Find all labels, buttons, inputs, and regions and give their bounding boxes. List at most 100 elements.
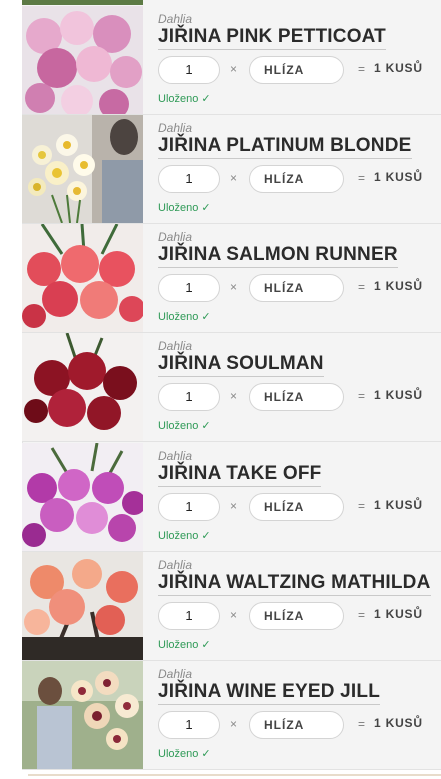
product-genus: Dahlia [158, 12, 193, 26]
quantity-input[interactable]: 1 [158, 165, 220, 193]
product-genus: Dahlia [158, 230, 193, 244]
saved-status: Uloženo ✓ [158, 747, 211, 760]
equals-sign: = [358, 499, 366, 513]
saved-label: Uloženo [158, 530, 199, 542]
saved-status: Uloženo ✓ [158, 529, 211, 542]
check-icon: ✓ [201, 311, 211, 323]
saved-status: Uloženo ✓ [158, 201, 211, 214]
product-genus: Dahlia [158, 558, 193, 572]
saved-status: Uloženo ✓ [158, 92, 211, 105]
multiply-sign: × [230, 280, 238, 294]
multiply-sign: × [230, 389, 238, 403]
total-pieces: 1 KUSŮ [374, 607, 423, 621]
dark-red-dahlias-photo [22, 333, 143, 441]
check-icon: ✓ [201, 202, 211, 214]
product-photo[interactable] [22, 552, 143, 660]
unit-label: HLÍZA [264, 609, 305, 623]
previous-item-photo-edge [22, 0, 143, 5]
total-pieces: 1 KUSŮ [374, 170, 423, 184]
multiply-sign: × [230, 62, 238, 76]
equals-sign: = [358, 608, 366, 622]
check-icon: ✓ [201, 420, 211, 432]
list-bottom-edge [22, 770, 441, 779]
unit-label: HLÍZA [264, 63, 305, 77]
total-pieces: 1 KUSŮ [374, 388, 423, 402]
equals-sign: = [358, 717, 366, 731]
product-photo[interactable] [22, 443, 143, 551]
saved-status: Uloženo ✓ [158, 638, 211, 651]
product-photo[interactable] [22, 6, 143, 114]
cart-item-row: Dahlia JIŘINA WALTZING MATHILDA 1 × HLÍZ… [22, 552, 441, 661]
product-name-link[interactable]: JIŘINA WALTZING MATHILDA [158, 572, 431, 596]
unit-select[interactable]: HLÍZA [249, 274, 344, 302]
saved-label: Uloženo [158, 311, 199, 323]
product-genus: Dahlia [158, 449, 193, 463]
product-name-link[interactable]: JIŘINA WINE EYED JILL [158, 681, 381, 705]
quantity-input[interactable]: 1 [158, 493, 220, 521]
product-name-link[interactable]: JIŘINA PINK PETTICOAT [158, 26, 386, 50]
quantity-input[interactable]: 1 [158, 383, 220, 411]
unit-label: HLÍZA [264, 500, 305, 514]
product-genus: Dahlia [158, 339, 193, 353]
cart-item-row: Dahlia JIŘINA SALMON RUNNER 1 × HLÍZA = … [22, 224, 441, 333]
saved-status: Uloženo ✓ [158, 310, 211, 323]
saved-label: Uloženo [158, 202, 199, 214]
unit-select[interactable]: HLÍZA [249, 711, 344, 739]
total-pieces: 1 KUSŮ [374, 716, 423, 730]
unit-label: HLÍZA [264, 718, 305, 732]
quantity-input[interactable]: 1 [158, 56, 220, 84]
check-icon: ✓ [201, 639, 211, 651]
product-photo[interactable] [22, 115, 143, 223]
total-pieces: 1 KUSŮ [374, 279, 423, 293]
unit-label: HLÍZA [264, 281, 305, 295]
total-pieces: 1 KUSŮ [374, 61, 423, 75]
multiply-sign: × [230, 608, 238, 622]
quantity-input[interactable]: 1 [158, 711, 220, 739]
cart-item-row: Dahlia JIŘINA TAKE OFF 1 × HLÍZA = 1 KUS… [22, 443, 441, 552]
check-icon: ✓ [201, 93, 211, 105]
quantity-input[interactable]: 1 [158, 274, 220, 302]
saved-status: Uloženo ✓ [158, 419, 211, 432]
check-icon: ✓ [201, 748, 211, 760]
unit-label: HLÍZA [264, 390, 305, 404]
saved-label: Uloženo [158, 420, 199, 432]
product-name-link[interactable]: JIŘINA PLATINUM BLONDE [158, 135, 412, 159]
equals-sign: = [358, 389, 366, 403]
check-icon: ✓ [201, 530, 211, 542]
quantity-input[interactable]: 1 [158, 602, 220, 630]
divider [28, 774, 441, 776]
salmon-dahlias-photo [22, 224, 143, 332]
multiply-sign: × [230, 499, 238, 513]
product-name-link[interactable]: JIŘINA TAKE OFF [158, 463, 322, 487]
unit-select[interactable]: HLÍZA [249, 383, 344, 411]
cream-dahlias-photo [22, 661, 143, 769]
product-name-link[interactable]: JIŘINA SOULMAN [158, 353, 324, 377]
white-yellow-dahlias-photo [22, 115, 143, 223]
unit-select[interactable]: HLÍZA [249, 602, 344, 630]
product-name-link[interactable]: JIŘINA SALMON RUNNER [158, 244, 398, 268]
unit-select[interactable]: HLÍZA [249, 165, 344, 193]
product-genus: Dahlia [158, 121, 193, 135]
product-genus: Dahlia [158, 667, 193, 681]
total-pieces: 1 KUSŮ [374, 498, 423, 512]
unit-select[interactable]: HLÍZA [249, 56, 344, 84]
equals-sign: = [358, 62, 366, 76]
purple-dahlias-photo [22, 443, 143, 551]
pink-dahlias-photo [22, 6, 143, 114]
multiply-sign: × [230, 171, 238, 185]
product-photo[interactable] [22, 661, 143, 769]
unit-select[interactable]: HLÍZA [249, 493, 344, 521]
cart-item-row: Dahlia JIŘINA PLATINUM BLONDE 1 × HLÍZA … [22, 115, 441, 224]
orange-pink-dahlias-photo [22, 552, 143, 660]
cart-item-row: Dahlia JIŘINA SOULMAN 1 × HLÍZA = 1 KUSŮ… [22, 333, 441, 442]
multiply-sign: × [230, 717, 238, 731]
equals-sign: = [358, 280, 366, 294]
cart-item-row: Dahlia JIŘINA WINE EYED JILL 1 × HLÍZA =… [22, 661, 441, 770]
cart-item-row: Dahlia JIŘINA PINK PETTICOAT 1 × HLÍZA =… [22, 6, 441, 115]
equals-sign: = [358, 171, 366, 185]
product-photo[interactable] [22, 224, 143, 332]
saved-label: Uloženo [158, 748, 199, 760]
unit-label: HLÍZA [264, 172, 305, 186]
saved-label: Uloženo [158, 639, 199, 651]
product-photo[interactable] [22, 333, 143, 441]
